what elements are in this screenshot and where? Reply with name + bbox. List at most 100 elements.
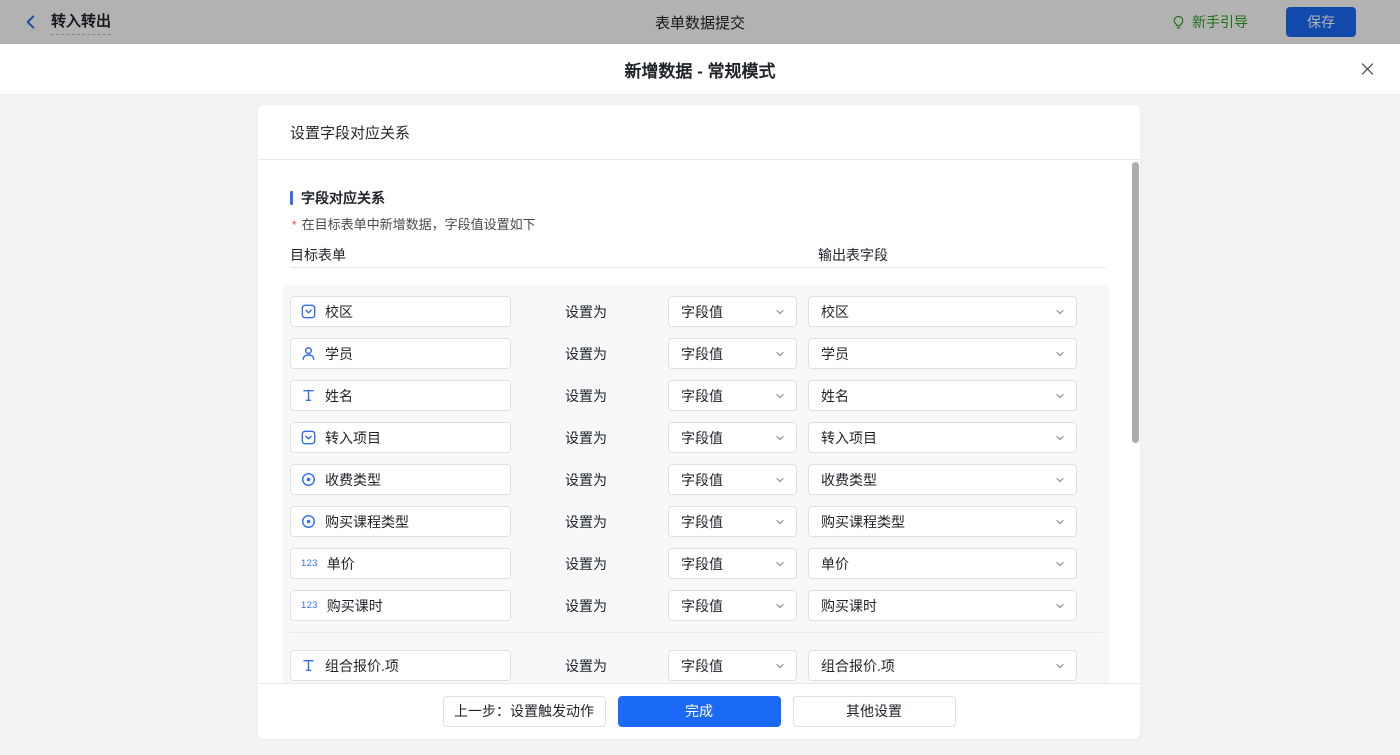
field-mapping-row: 姓名 设置为 字段值 姓名: [282, 380, 1110, 411]
target-field-chip: 收费类型: [290, 464, 511, 495]
text-field-icon: [301, 388, 316, 403]
field-mapping-row: 组合报价.项 设置为 字段值 组合报价.项: [282, 650, 1110, 681]
page-title: 表单数据提交: [0, 12, 1400, 33]
chevron-down-icon: [774, 474, 786, 486]
output-field-selected: 学员: [821, 344, 849, 364]
rows-container: 校区 设置为 字段值 校区 学员 设置为 字段值 学员: [282, 285, 1110, 683]
chevron-down-icon: [1054, 348, 1066, 360]
chevron-down-icon: [1054, 432, 1066, 444]
chevron-down-icon: [774, 432, 786, 444]
chevron-down-icon: [774, 390, 786, 402]
number-field-icon: 123: [301, 600, 318, 611]
set-as-label: 设置为: [565, 596, 607, 616]
beginner-guide-button[interactable]: 新手引导: [1171, 12, 1248, 32]
select-field-icon: [301, 430, 316, 445]
set-as-label: 设置为: [565, 470, 607, 490]
done-button[interactable]: 完成: [618, 696, 781, 727]
value-type-selected: 字段值: [681, 512, 723, 532]
output-field-select[interactable]: 组合报价.项: [808, 650, 1077, 681]
target-field-chip: 校区: [290, 296, 511, 327]
target-field-chip: 转入项目: [290, 422, 511, 453]
radio-field-icon: [301, 514, 316, 529]
value-type-select[interactable]: 字段值: [668, 548, 797, 579]
chevron-down-icon: [774, 348, 786, 360]
set-as-label: 设置为: [565, 302, 607, 322]
value-type-selected: 字段值: [681, 596, 723, 616]
output-field-selected: 购买课时: [821, 596, 877, 616]
field-mapping-panel: 设置字段对应关系 字段对应关系 *在目标表单中新增数据，字段值设置如下 目标表单…: [258, 105, 1140, 739]
field-label: 姓名: [325, 386, 353, 406]
column-header-output-field: 输出表字段: [818, 245, 888, 265]
output-field-select[interactable]: 转入项目: [808, 422, 1077, 453]
set-as-label: 设置为: [565, 344, 607, 364]
number-field-icon: 123: [301, 558, 318, 569]
output-field-select[interactable]: 校区: [808, 296, 1077, 327]
value-type-selected: 字段值: [681, 302, 723, 322]
output-field-select[interactable]: 单价: [808, 548, 1077, 579]
section-title: 字段对应关系: [290, 188, 385, 208]
output-field-selected: 收费类型: [821, 470, 877, 490]
field-label: 学员: [325, 344, 353, 364]
value-type-select[interactable]: 字段值: [668, 590, 797, 621]
other-settings-button[interactable]: 其他设置: [793, 696, 956, 727]
group-divider: [290, 632, 1102, 633]
field-label: 购买课时: [327, 596, 383, 616]
output-field-select[interactable]: 收费类型: [808, 464, 1077, 495]
field-label: 校区: [325, 302, 353, 322]
output-field-select[interactable]: 学员: [808, 338, 1077, 369]
value-type-select[interactable]: 字段值: [668, 650, 797, 681]
value-type-select[interactable]: 字段值: [668, 464, 797, 495]
person-field-icon: [301, 346, 316, 361]
previous-step-button[interactable]: 上一步：设置触发动作: [443, 696, 606, 727]
field-label: 组合报价.项: [325, 656, 399, 676]
field-mapping-row: 购买课程类型 设置为 字段值 购买课程类型: [282, 506, 1110, 537]
field-label: 单价: [327, 554, 355, 574]
text-field-icon: [301, 658, 316, 673]
scrollbar-thumb[interactable]: [1132, 162, 1139, 443]
field-mapping-row: 123 购买课时 设置为 字段值 购买课时: [282, 590, 1110, 621]
chevron-down-icon: [1054, 558, 1066, 570]
set-as-label: 设置为: [565, 656, 607, 676]
value-type-selected: 字段值: [681, 470, 723, 490]
back-label: 转入转出: [51, 10, 111, 35]
hint-text: *在目标表单中新增数据，字段值设置如下: [292, 214, 536, 233]
value-type-select[interactable]: 字段值: [668, 422, 797, 453]
column-header-target-form: 目标表单: [290, 245, 346, 265]
output-field-selected: 单价: [821, 554, 849, 574]
radio-field-icon: [301, 472, 316, 487]
field-mapping-row: 学员 设置为 字段值 学员: [282, 338, 1110, 369]
field-mapping-row: 123 单价 设置为 字段值 单价: [282, 548, 1110, 579]
value-type-selected: 字段值: [681, 344, 723, 364]
save-button[interactable]: 保存: [1286, 7, 1356, 37]
back-button[interactable]: 转入转出: [24, 10, 111, 35]
lightbulb-icon: [1171, 15, 1186, 30]
value-type-select[interactable]: 字段值: [668, 338, 797, 369]
target-field-chip: 123 购买课时: [290, 590, 511, 621]
chevron-down-icon: [774, 558, 786, 570]
select-field-icon: [301, 304, 316, 319]
panel-title: 设置字段对应关系: [258, 105, 1140, 160]
column-divider: [290, 267, 1106, 268]
topbar: 转入转出 表单数据提交 新手引导 保存: [0, 0, 1400, 44]
topbar-actions: 新手引导 保存: [1171, 7, 1356, 37]
panel-footer: 上一步：设置触发动作 完成 其他设置: [258, 683, 1140, 738]
set-as-label: 设置为: [565, 428, 607, 448]
output-field-select[interactable]: 购买课程类型: [808, 506, 1077, 537]
value-type-select[interactable]: 字段值: [668, 296, 797, 327]
chevron-down-icon: [1054, 306, 1066, 318]
output-field-selected: 组合报价.项: [821, 656, 895, 676]
set-as-label: 设置为: [565, 386, 607, 406]
field-label: 转入项目: [325, 428, 381, 448]
modal-body: 设置字段对应关系 字段对应关系 *在目标表单中新增数据，字段值设置如下 目标表单…: [0, 95, 1400, 755]
close-icon: [1360, 62, 1375, 77]
modal-title: 新增数据 - 常规模式: [624, 57, 775, 82]
field-label: 收费类型: [325, 470, 381, 490]
value-type-select[interactable]: 字段值: [668, 380, 797, 411]
beginner-guide-label: 新手引导: [1192, 12, 1248, 32]
output-field-select[interactable]: 姓名: [808, 380, 1077, 411]
close-button[interactable]: [1360, 62, 1375, 77]
output-field-select[interactable]: 购买课时: [808, 590, 1077, 621]
value-type-select[interactable]: 字段值: [668, 506, 797, 537]
output-field-selected: 校区: [821, 302, 849, 322]
value-type-selected: 字段值: [681, 554, 723, 574]
